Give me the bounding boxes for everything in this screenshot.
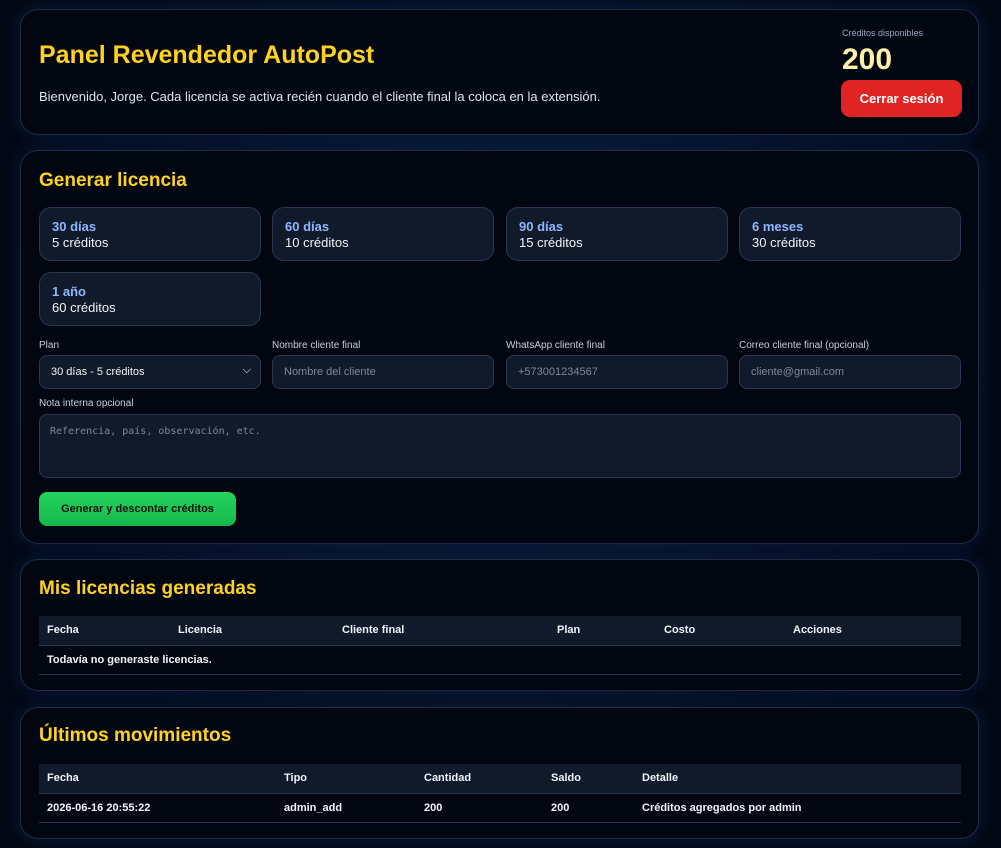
generate-license-button[interactable]: Generar y descontar créditos — [39, 492, 236, 526]
plan-name: 30 días — [52, 219, 97, 234]
note-textarea[interactable] — [39, 414, 961, 478]
column-header: Licencia — [170, 616, 334, 646]
page-title: Panel Revendedor AutoPost — [39, 41, 375, 69]
table-row: Todavía no generaste licencias. — [39, 645, 961, 675]
client-name-input[interactable] — [272, 355, 494, 389]
table-header-row: Fecha Licencia Cliente final Plan Costo … — [39, 616, 961, 646]
column-header: Cliente final — [334, 616, 549, 646]
plan-card-90-days[interactable]: 90 días 15 créditos — [506, 207, 728, 261]
whatsapp-label: WhatsApp cliente final — [506, 340, 605, 351]
empty-message: Todavía no generaste licencias. — [39, 645, 961, 675]
client-name-label: Nombre cliente final — [272, 340, 361, 351]
plan-cost: 30 créditos — [752, 235, 816, 250]
plan-cost: 60 créditos — [52, 300, 116, 315]
plan-name: 90 días — [519, 219, 564, 234]
plan-select-wrapper: 30 días - 5 créditos ⌵ — [39, 355, 261, 389]
column-header: Costo — [656, 616, 785, 646]
plan-card-1-year[interactable]: 1 año 60 créditos — [39, 272, 261, 326]
movements-title: Últimos movimientos — [39, 725, 232, 746]
column-header: Fecha — [39, 616, 170, 646]
email-input[interactable] — [739, 355, 961, 389]
plan-name: 1 año — [52, 284, 86, 299]
cell-tipo: admin_add — [276, 793, 416, 823]
column-header: Plan — [549, 616, 656, 646]
movements-table: Fecha Tipo Cantidad Saldo Detalle 2026-0… — [39, 764, 961, 823]
licenses-card: Mis licencias generadas Fecha Licencia C… — [20, 559, 979, 691]
column-header: Cantidad — [416, 764, 543, 794]
whatsapp-input[interactable] — [506, 355, 728, 389]
movements-card: Últimos movimientos Fecha Tipo Cantidad … — [20, 707, 979, 839]
plan-card-60-days[interactable]: 60 días 10 créditos — [272, 207, 494, 261]
header-card: Panel Revendedor AutoPost Bienvenido, Jo… — [20, 9, 979, 135]
table-row: 2026-06-16 20:55:22 admin_add 200 200 Cr… — [39, 793, 961, 823]
plan-cost: 10 créditos — [285, 235, 349, 250]
credits-value: 200 — [842, 43, 893, 76]
licenses-table: Fecha Licencia Cliente final Plan Costo … — [39, 616, 961, 675]
note-label: Nota interna opcional — [39, 398, 134, 409]
cell-cantidad: 200 — [416, 793, 543, 823]
plan-cost: 15 créditos — [519, 235, 583, 250]
plan-cost: 5 créditos — [52, 235, 109, 250]
generate-license-title: Generar licencia — [39, 170, 187, 191]
logout-button[interactable]: Cerrar sesión — [841, 80, 962, 117]
welcome-message: Bienvenido, Jorge. Cada licencia se acti… — [39, 89, 601, 104]
plan-name: 6 meses — [752, 219, 804, 234]
column-header: Saldo — [543, 764, 634, 794]
credits-label: Créditos disponibles — [842, 28, 924, 38]
licenses-title: Mis licencias generadas — [39, 578, 257, 599]
column-header: Acciones — [785, 616, 961, 646]
plan-card-6-months[interactable]: 6 meses 30 créditos — [739, 207, 961, 261]
column-header: Fecha — [39, 764, 276, 794]
cell-saldo: 200 — [543, 793, 634, 823]
plan-card-30-days[interactable]: 30 días 5 créditos — [39, 207, 261, 261]
cell-fecha: 2026-06-16 20:55:22 — [39, 793, 276, 823]
table-header-row: Fecha Tipo Cantidad Saldo Detalle — [39, 764, 961, 794]
cell-detalle: Créditos agregados por admin — [634, 793, 961, 823]
column-header: Detalle — [634, 764, 961, 794]
plan-name: 60 días — [285, 219, 330, 234]
email-label: Correo cliente final (opcional) — [739, 340, 870, 351]
column-header: Tipo — [276, 764, 416, 794]
plan-select[interactable]: 30 días - 5 créditos — [39, 355, 261, 389]
generate-license-card: Generar licencia 30 días 5 créditos 60 d… — [20, 150, 979, 544]
plan-select-label: Plan — [39, 340, 60, 351]
